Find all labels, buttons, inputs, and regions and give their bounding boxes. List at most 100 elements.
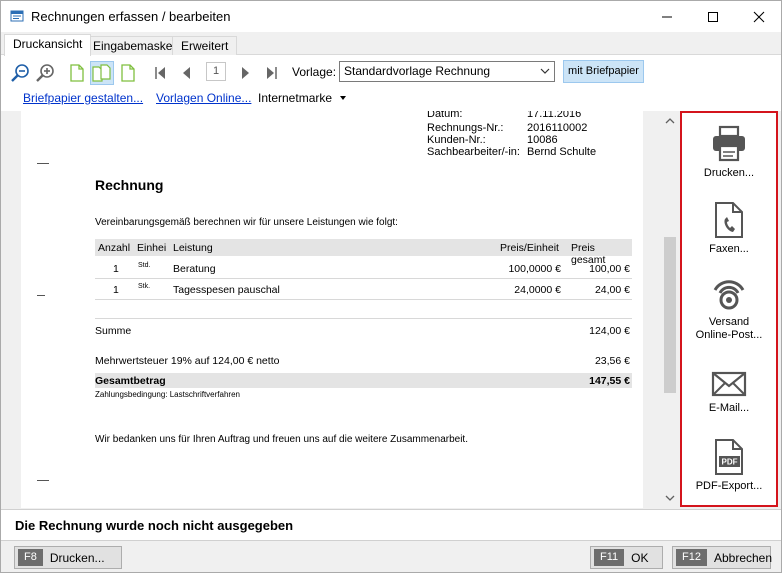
close-icon bbox=[753, 11, 765, 22]
status-bar: Die Rechnung wurde noch nicht ausgegeben bbox=[1, 509, 781, 540]
page-width-button[interactable] bbox=[117, 61, 139, 85]
fold-mark bbox=[37, 480, 49, 481]
abbrechen-button-label: Abbrechen bbox=[713, 550, 773, 565]
internetmarke-menu[interactable]: Internetmarke bbox=[258, 91, 347, 105]
scroll-up-icon[interactable] bbox=[665, 117, 675, 125]
closing-text: Wir bedanken uns für Ihren Auftrag und f… bbox=[95, 434, 468, 445]
gesamt-label: Gesamtbetrag bbox=[95, 375, 166, 387]
minimize-button[interactable] bbox=[644, 1, 690, 32]
minimize-icon bbox=[662, 16, 672, 17]
vorlage-dropdown[interactable]: Standardvorlage Rechnung bbox=[339, 61, 555, 82]
first-page-icon bbox=[155, 67, 165, 79]
intro-text: Vereinbarungsgemäß berechnen wir für uns… bbox=[95, 217, 398, 228]
versand-online-post-button[interactable]: Versand Online-Post... bbox=[682, 276, 776, 342]
email-side-button[interactable]: E-Mail... bbox=[682, 370, 776, 415]
zoom-out-button[interactable] bbox=[9, 61, 31, 85]
versand-side-label: Versand Online-Post... bbox=[682, 316, 776, 342]
drucken-side-label: Drucken... bbox=[703, 167, 755, 179]
tab-erweitert[interactable]: Erweitert bbox=[172, 36, 238, 55]
envelope-icon bbox=[711, 371, 747, 397]
next-page-button[interactable] bbox=[234, 61, 256, 85]
summe-value: 124,00 € bbox=[589, 325, 630, 337]
output-panel: Drucken... Faxen... Versand Online-Post.… bbox=[680, 111, 778, 507]
page-width-icon bbox=[121, 64, 135, 82]
cell-anzahl: 1 bbox=[113, 284, 119, 296]
meta-label-datum: Datum: bbox=[427, 111, 463, 120]
versand-label-line2: Online-Post... bbox=[695, 329, 763, 341]
summe-label: Summe bbox=[95, 325, 132, 337]
footer-buttons: F8 Drucken... F11 OK F12 Abbrechen bbox=[1, 540, 781, 572]
single-page-button[interactable] bbox=[66, 61, 88, 85]
email-side-label: E-Mail... bbox=[708, 402, 750, 414]
col-einheit: Einhei bbox=[137, 242, 167, 254]
pdf-side-label: PDF-Export... bbox=[695, 480, 763, 492]
zoom-in-icon bbox=[36, 64, 54, 82]
scroll-thumb[interactable] bbox=[664, 237, 676, 393]
drucken-button-label: Drucken... bbox=[49, 550, 105, 565]
caret-down-icon bbox=[340, 96, 347, 100]
single-page-icon bbox=[70, 64, 84, 82]
toolbar: 1 Vorlage: Standardvorlage Rechnung mit … bbox=[1, 55, 781, 111]
invoice-window: Rechnungen erfassen / bearbeiten Druckan… bbox=[0, 0, 782, 573]
mwst-value: 23,56 € bbox=[594, 355, 630, 367]
ok-button[interactable]: F11 OK bbox=[590, 546, 663, 569]
vorlage-label: Vorlage: bbox=[292, 65, 337, 79]
title-bar[interactable]: Rechnungen erfassen / bearbeiten bbox=[1, 1, 781, 32]
online-post-icon bbox=[713, 280, 745, 310]
cell-einheit: Std. bbox=[138, 262, 151, 269]
two-pages-button[interactable] bbox=[90, 61, 114, 85]
window-title: Rechnungen erfassen / bearbeiten bbox=[31, 9, 231, 24]
previous-page-icon bbox=[183, 67, 190, 79]
print-preview[interactable]: Datum: 17.11.2016 Rechnungs-Nr.: 2016110… bbox=[1, 111, 661, 508]
meta-label-sachbearbeiter: Sachbearbeiter/-in: bbox=[427, 146, 520, 158]
cell-einheit: Stk. bbox=[138, 283, 151, 290]
briefpapier-toggle-button[interactable]: mit Briefpapier bbox=[563, 60, 644, 83]
meta-value-sachbearbeiter: Bernd Schulte bbox=[527, 146, 597, 158]
zoom-in-button[interactable] bbox=[34, 61, 56, 85]
internetmarke-label: Internetmarke bbox=[258, 91, 333, 105]
table-row: 1 Stk. Tagesspesen pauschal 24,0000 € 24… bbox=[95, 280, 632, 300]
previous-page-button[interactable] bbox=[176, 61, 198, 85]
cell-preis-gesamt: 24,00 € bbox=[594, 284, 630, 296]
faxen-side-button[interactable]: Faxen... bbox=[682, 201, 776, 256]
zoom-out-icon bbox=[11, 64, 29, 82]
cell-anzahl: 1 bbox=[113, 263, 119, 275]
mwst-row: Mehrwertsteuer 19% auf 124,00 € netto 23… bbox=[95, 355, 632, 369]
two-pages-icon bbox=[92, 64, 111, 82]
cell-preis-einheit: 24,0000 € bbox=[514, 284, 561, 296]
briefpapier-gestalten-link[interactable]: Briefpapier gestalten... bbox=[23, 91, 143, 105]
gesamtbetrag-row: Gesamtbetrag 147,55 € bbox=[95, 373, 632, 388]
faxen-side-label: Faxen... bbox=[709, 243, 749, 255]
punch-mark bbox=[37, 295, 45, 296]
pdf-icon-text: PDF bbox=[722, 458, 738, 467]
first-page-button[interactable] bbox=[149, 61, 171, 85]
mwst-label: Mehrwertsteuer 19% auf 124,00 € netto bbox=[95, 355, 280, 367]
vorlagen-online-link[interactable]: Vorlagen Online... bbox=[156, 91, 251, 105]
vertical-scrollbar[interactable] bbox=[661, 111, 679, 508]
last-page-button[interactable] bbox=[261, 61, 283, 85]
pdf-export-side-button[interactable]: PDF PDF-Export... bbox=[682, 438, 776, 493]
abbrechen-button[interactable]: F12 Abbrechen bbox=[672, 546, 773, 569]
drucken-side-button[interactable]: Drucken... bbox=[682, 125, 776, 180]
maximize-icon bbox=[708, 11, 718, 22]
col-anzahl: Anzahl bbox=[98, 242, 131, 254]
app-icon bbox=[10, 10, 24, 22]
page-number-input[interactable]: 1 bbox=[206, 62, 226, 81]
zahlungsbedingung: Zahlungsbedingung: Lastschriftverfahren bbox=[95, 390, 240, 399]
ok-button-label: OK bbox=[631, 550, 649, 565]
meta-label-kundennr: Kunden-Nr.: bbox=[427, 134, 486, 146]
close-button[interactable] bbox=[736, 1, 782, 32]
tab-druckansicht[interactable]: Druckansicht bbox=[4, 34, 92, 56]
drucken-button[interactable]: F8 Drucken... bbox=[14, 546, 122, 569]
cell-preis-einheit: 100,0000 € bbox=[508, 263, 561, 275]
gesamt-value: 147,55 € bbox=[589, 375, 630, 387]
meta-value-rechnungsnr: 2016110002 bbox=[527, 122, 588, 134]
cell-preis-gesamt: 100,00 € bbox=[589, 263, 630, 275]
next-page-icon bbox=[242, 67, 249, 79]
tab-eingabemaske[interactable]: Eingabemaske bbox=[84, 36, 182, 55]
meta-value-datum: 17.11.2016 bbox=[527, 111, 582, 120]
scroll-down-icon[interactable] bbox=[665, 494, 675, 502]
maximize-button[interactable] bbox=[690, 1, 736, 32]
cell-leistung: Beratung bbox=[173, 263, 216, 275]
col-preis-einheit: Preis/Einheit bbox=[500, 242, 559, 254]
